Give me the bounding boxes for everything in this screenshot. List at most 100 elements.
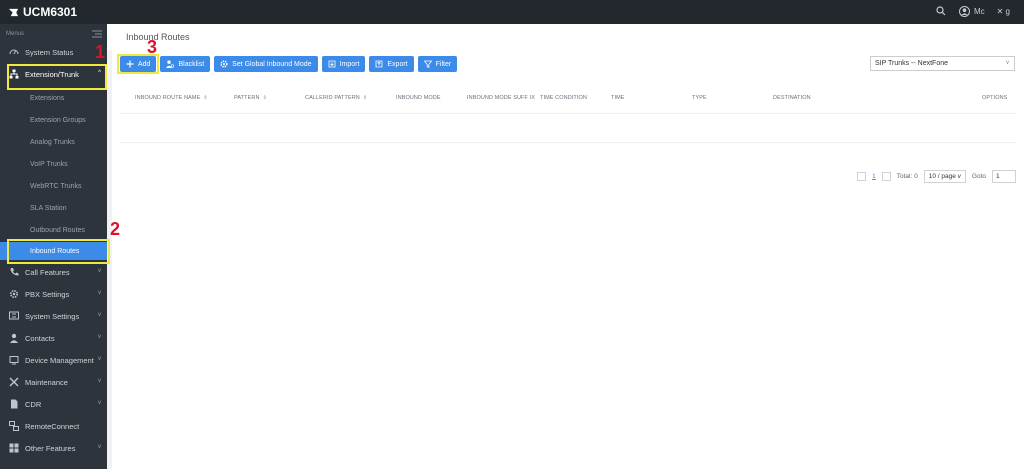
gear-icon xyxy=(9,289,19,299)
blacklist-button[interactable]: Blacklist xyxy=(160,56,211,72)
sidebar-item-system-status[interactable]: System Status xyxy=(0,43,107,61)
goto-label: Goto xyxy=(971,173,986,180)
chevron-down-icon: v xyxy=(98,444,101,450)
set-global-inbound-mode-button[interactable]: Set Global Inbound Mode xyxy=(214,56,318,72)
export-button-label: Export xyxy=(387,60,408,68)
column-time: TIME xyxy=(611,94,625,101)
blacklist-button-label: Blacklist xyxy=(178,60,205,68)
contact-icon xyxy=(9,333,19,343)
export-button[interactable]: Export xyxy=(369,56,414,72)
page-size-select[interactable]: 10 / page v xyxy=(923,170,966,183)
phone-icon xyxy=(9,267,19,277)
table-header: INBOUND ROUTE NAME ⇕ PATTERN ⇕ CALLERID PA… xyxy=(120,83,1017,113)
chevron-down-icon: v xyxy=(98,312,101,318)
trunk-filter-value: SIP Trunks -- NextFone xyxy=(875,60,949,67)
user-menu[interactable]: Mc xyxy=(958,5,985,17)
sidebar-subitem-outbound-routes[interactable]: Outbound Routes xyxy=(0,221,107,239)
column-callerid-pattern[interactable]: CALLERID PATTERN ⇕ xyxy=(305,83,367,113)
column-inbound-mode: INBOUND MODE xyxy=(396,94,441,101)
trunk-filter-select[interactable]: SIP Trunks -- NextFone v xyxy=(870,56,1015,71)
sort-icon[interactable]: ⇕ xyxy=(263,95,267,102)
sidebar-item-label: PBX Settings xyxy=(25,289,70,299)
import-icon xyxy=(328,60,335,68)
logo-icon xyxy=(8,8,19,16)
chevron-down-icon: v xyxy=(98,400,101,406)
sidebar-item-label: Other Features xyxy=(25,443,76,453)
sidebar-item-label: RemoteConnect xyxy=(25,421,80,431)
set-global-inbound-mode-label: Set Global Inbound Mode xyxy=(232,60,312,68)
filter-button-label: Filter xyxy=(435,60,452,68)
chevron-down-icon: v xyxy=(98,268,101,274)
sidebar-item-contacts[interactable]: Contacts v xyxy=(0,329,107,347)
toolbar: Add Blacklist Set Global Inbound Mode Im… xyxy=(120,56,458,72)
remote-icon xyxy=(9,421,19,431)
sidebar-subitem-sla-station[interactable]: SLA Station xyxy=(0,199,107,217)
chevron-down-icon: v xyxy=(98,290,101,296)
column-inbound-mode-suffix: INBOUND MODE SUFF IX xyxy=(467,94,536,101)
column-inbound-route-name[interactable]: INBOUND ROUTE NAME ⇕ xyxy=(135,83,208,113)
app-title: UCM6301 xyxy=(23,5,78,19)
chevron-down-icon: v xyxy=(98,334,101,340)
sidebar-item-system-settings[interactable]: System Settings v xyxy=(0,307,107,325)
language-selector[interactable]: ✕ g xyxy=(997,7,1010,16)
sidebar-item-label: Maintenance xyxy=(25,377,68,387)
collapse-menu-icon[interactable] xyxy=(92,30,102,38)
page-number[interactable]: 1 xyxy=(872,173,876,180)
sidebar-subitem-analog-trunks[interactable]: Analog Trunks xyxy=(0,133,107,151)
sidebar-item-label: System Settings xyxy=(25,311,80,321)
sidebar-item-label: CDR xyxy=(25,399,42,409)
sidebar-item-label: Device Management xyxy=(25,355,94,365)
tools-icon xyxy=(9,377,19,387)
sidebar-item-call-features[interactable]: Call Features v xyxy=(0,263,107,281)
table-body-empty xyxy=(120,113,1017,143)
sort-icon[interactable]: ⇕ xyxy=(363,95,367,102)
gauge-icon xyxy=(9,47,19,57)
prev-page-button[interactable] xyxy=(857,172,867,181)
annotation-step-3: 3 xyxy=(147,37,158,57)
annotation-step-2: 2 xyxy=(110,219,121,239)
sidebar-item-pbx-settings[interactable]: PBX Settings v xyxy=(0,285,107,303)
top-bar: UCM6301 Mc ✕ g xyxy=(0,0,1024,24)
document-icon xyxy=(9,399,19,409)
page-title: Inbound Routes xyxy=(126,32,190,42)
total-count: Total: 0 xyxy=(896,173,918,180)
import-button[interactable]: Import xyxy=(321,56,366,72)
grid-icon xyxy=(9,443,19,453)
user-block-icon xyxy=(166,60,175,68)
annotation-step-1: 1 xyxy=(95,42,106,62)
filter-button[interactable]: Filter xyxy=(417,56,458,72)
sidebar-subitem-webrtc-trunks[interactable]: WebRTC Trunks xyxy=(0,177,107,195)
highlight-inbound-routes xyxy=(7,239,110,264)
column-time-condition: TIME CONDITION xyxy=(540,94,587,101)
sidebar-subitem-extensions[interactable]: Extensions xyxy=(0,89,107,107)
pagination: 1 Total: 0 10 / page v Goto 1 xyxy=(857,170,1016,183)
sidebar-item-cdr[interactable]: CDR v xyxy=(0,395,107,413)
highlight-extension-trunk xyxy=(7,64,107,90)
goto-page-input[interactable]: 1 xyxy=(992,170,1016,183)
page-header: Inbound Routes xyxy=(107,24,1024,50)
sliders-icon xyxy=(9,311,19,321)
sidebar-heading: Menus xyxy=(6,31,25,37)
chevron-down-icon: v xyxy=(957,173,961,180)
user-name: Mc xyxy=(973,6,985,16)
search-icon[interactable] xyxy=(935,5,947,17)
column-pattern[interactable]: PATTERN ⇕ xyxy=(234,83,267,113)
next-page-button[interactable] xyxy=(881,172,891,181)
sidebar-item-maintenance[interactable]: Maintenance v xyxy=(0,373,107,391)
user-avatar-icon xyxy=(958,5,970,17)
main-content: Inbound Routes Add Blacklist Set Global … xyxy=(107,24,1024,469)
import-button-label: Import xyxy=(339,60,360,68)
chevron-down-icon: v xyxy=(98,356,101,362)
sidebar-subitem-voip-trunks[interactable]: VoIP Trunks xyxy=(0,155,107,173)
export-icon xyxy=(375,60,383,68)
column-destination: DESTINATION xyxy=(773,94,811,101)
header-actions: Mc ✕ g xyxy=(935,5,1010,17)
sidebar-item-device-management[interactable]: Device Management v xyxy=(0,351,107,369)
sidebar-subitem-extension-groups[interactable]: Extension Groups xyxy=(0,111,107,129)
sidebar-item-remoteconnect[interactable]: RemoteConnect xyxy=(0,417,107,435)
sort-icon[interactable]: ⇕ xyxy=(203,95,207,102)
device-icon xyxy=(9,355,19,365)
filter-icon xyxy=(423,60,432,68)
chevron-down-icon: v xyxy=(98,378,101,384)
sidebar-item-other-features[interactable]: Other Features v xyxy=(0,439,107,457)
